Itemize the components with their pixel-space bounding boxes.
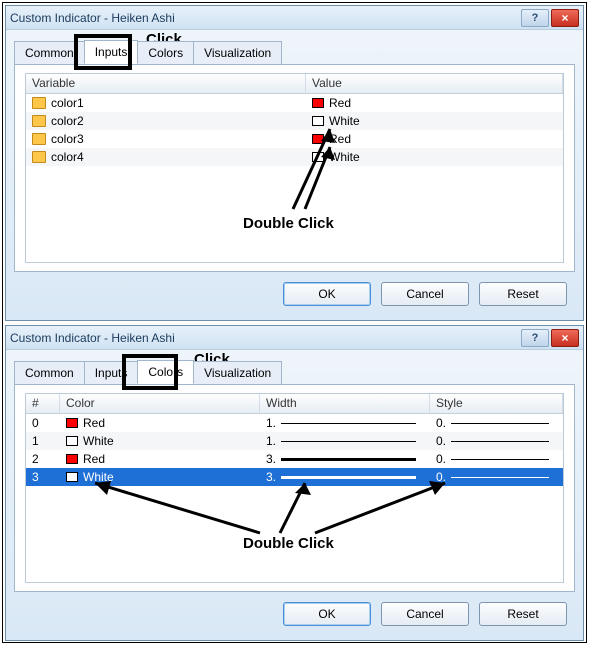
column-headers: # Color Width Style (26, 394, 563, 414)
tab-inputs[interactable]: Inputs (84, 361, 139, 384)
list-row[interactable]: color2 White (26, 112, 563, 130)
width-label: 3. (266, 452, 276, 466)
value-label: Red (329, 132, 351, 146)
ok-button[interactable]: OK (283, 282, 371, 306)
line-sample-icon (451, 477, 549, 478)
color-swatch-icon (312, 152, 324, 162)
cancel-button[interactable]: Cancel (381, 282, 469, 306)
value-label: Red (329, 96, 351, 110)
list-row[interactable]: color4 White (26, 148, 563, 166)
header-color[interactable]: Color (60, 394, 260, 413)
inputs-list: Variable Value color1 Red color2 White c… (25, 73, 564, 263)
tab-strip: Common Inputs Colors Visualization (14, 358, 575, 384)
button-row: OK Cancel Reset (6, 592, 583, 636)
tab-colors[interactable]: Colors (137, 360, 194, 384)
help-button[interactable]: ? (521, 9, 549, 27)
reset-button[interactable]: Reset (479, 602, 567, 626)
close-button[interactable]: × (551, 9, 579, 27)
tab-common[interactable]: Common (14, 361, 85, 384)
color-swatch-icon (312, 134, 324, 144)
style-label: 0. (436, 434, 446, 448)
variable-name: color1 (51, 96, 84, 110)
row-num: 0 (32, 416, 39, 430)
value-label: White (329, 150, 360, 164)
tab-colors[interactable]: Colors (137, 41, 194, 64)
color-label: White (83, 470, 114, 484)
reset-button[interactable]: Reset (479, 282, 567, 306)
header-variable[interactable]: Variable (26, 74, 306, 93)
width-label: 1. (266, 434, 276, 448)
cancel-button[interactable]: Cancel (381, 602, 469, 626)
row-num: 1 (32, 434, 39, 448)
color-swatch-icon (66, 454, 78, 464)
line-sample-icon (281, 441, 416, 442)
header-num[interactable]: # (26, 394, 60, 413)
tab-visualization[interactable]: Visualization (193, 41, 282, 64)
button-row: OK Cancel Reset (6, 272, 583, 316)
color-label: Red (83, 452, 105, 466)
list-row[interactable]: color1 Red (26, 94, 563, 112)
window-title: Custom Indicator - Heiken Ashi (10, 11, 519, 25)
titlebar[interactable]: Custom Indicator - Heiken Ashi ? × (6, 326, 583, 350)
variable-icon (32, 151, 46, 163)
color-swatch-icon (66, 418, 78, 428)
column-headers: Variable Value (26, 74, 563, 94)
close-button[interactable]: × (551, 329, 579, 347)
dialog-inputs: Custom Indicator - Heiken Ashi ? × Click… (5, 5, 584, 321)
line-sample-icon (281, 423, 416, 424)
help-button[interactable]: ? (521, 329, 549, 347)
ok-button[interactable]: OK (283, 602, 371, 626)
header-width[interactable]: Width (260, 394, 430, 413)
tab-visualization[interactable]: Visualization (193, 361, 282, 384)
color-label: White (83, 434, 114, 448)
tab-strip: Common Inputs Colors Visualization (14, 38, 575, 64)
style-label: 0. (436, 470, 446, 484)
variable-name: color3 (51, 132, 84, 146)
style-label: 0. (436, 452, 446, 466)
style-label: 0. (436, 416, 446, 430)
list-row[interactable]: 2 Red 3. 0. (26, 450, 563, 468)
color-label: Red (83, 416, 105, 430)
line-sample-icon (451, 441, 549, 442)
tab-panel-inputs: Variable Value color1 Red color2 White c… (14, 64, 575, 272)
list-row[interactable]: color3 Red (26, 130, 563, 148)
color-swatch-icon (312, 98, 324, 108)
value-label: White (329, 114, 360, 128)
list-row-selected[interactable]: 3 White 3. 0. (26, 468, 563, 486)
width-label: 1. (266, 416, 276, 430)
color-swatch-icon (312, 116, 324, 126)
width-label: 3. (266, 470, 276, 484)
header-style[interactable]: Style (430, 394, 563, 413)
color-swatch-icon (66, 436, 78, 446)
line-sample-icon (451, 423, 549, 424)
color-swatch-icon (66, 472, 78, 482)
header-value[interactable]: Value (306, 74, 563, 93)
row-num: 2 (32, 452, 39, 466)
variable-name: color2 (51, 114, 84, 128)
colors-list: # Color Width Style 0 Red 1. 0. 1 White … (25, 393, 564, 583)
variable-name: color4 (51, 150, 84, 164)
tab-common[interactable]: Common (14, 41, 85, 64)
titlebar[interactable]: Custom Indicator - Heiken Ashi ? × (6, 6, 583, 30)
variable-icon (32, 133, 46, 145)
tab-inputs[interactable]: Inputs (84, 40, 139, 64)
tab-panel-colors: # Color Width Style 0 Red 1. 0. 1 White … (14, 384, 575, 592)
variable-icon (32, 97, 46, 109)
dialog-colors: Custom Indicator - Heiken Ashi ? × Click… (5, 325, 584, 641)
variable-icon (32, 115, 46, 127)
line-sample-icon (281, 458, 416, 461)
row-num: 3 (32, 470, 39, 484)
list-row[interactable]: 1 White 1. 0. (26, 432, 563, 450)
window-title: Custom Indicator - Heiken Ashi (10, 331, 519, 345)
line-sample-icon (281, 476, 416, 479)
list-row[interactable]: 0 Red 1. 0. (26, 414, 563, 432)
line-sample-icon (451, 459, 549, 460)
